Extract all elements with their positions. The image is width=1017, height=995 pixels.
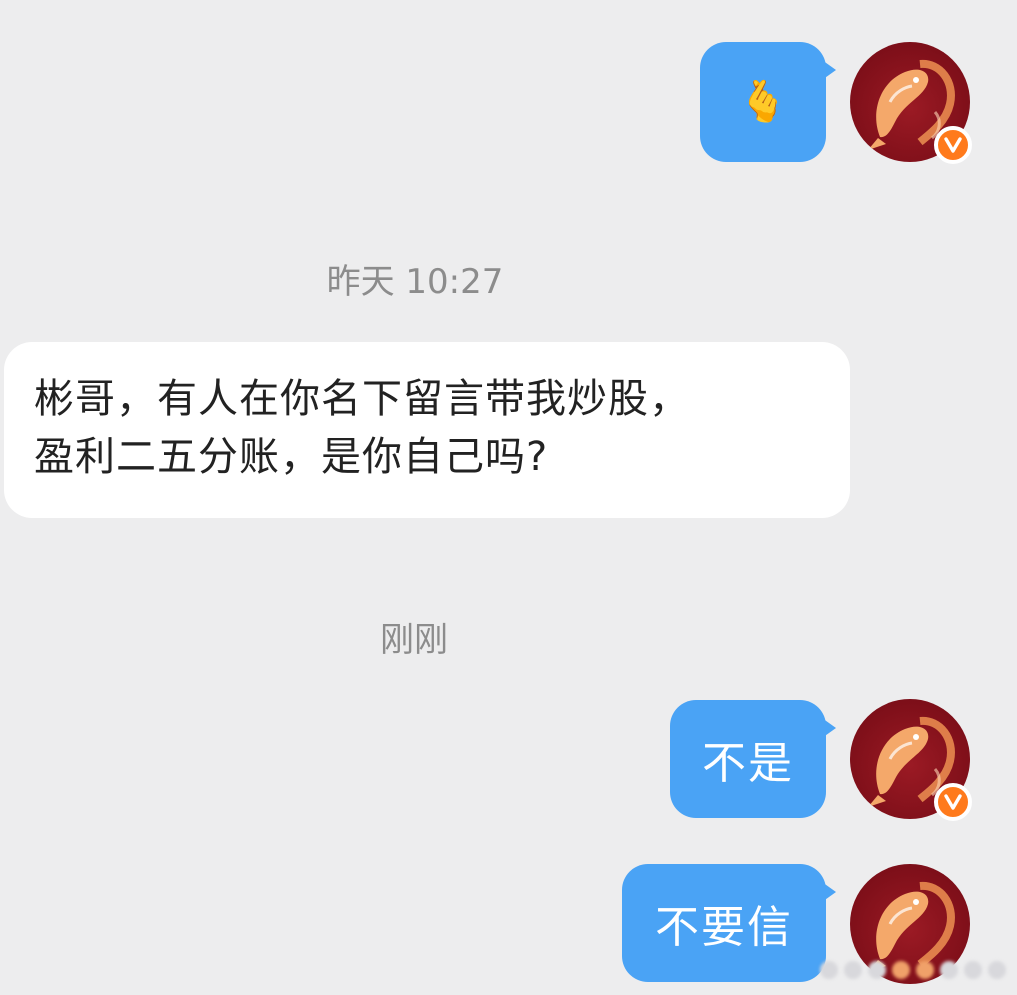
message-text: 不要信 [655,902,793,953]
message-bubble-incoming[interactable]: 彬哥，有人在你名下留言带我炒股， 盈利二五分账，是你自己吗? [4,342,850,518]
message-text: 不是 [702,738,794,789]
message-bubble-outgoing-emoji[interactable]: 🫰 [700,42,836,162]
timestamp: 刚刚 [380,620,448,660]
message-text: 彬哥，有人在你名下留言带我炒股， 盈利二五分账，是你自己吗? [34,376,690,480]
verified-v-icon [934,783,972,821]
avatar[interactable] [850,699,972,821]
finger-heart-emoji: 🫰 [738,79,788,125]
avatar[interactable] [850,42,972,164]
message-bubble-outgoing[interactable]: 不是 [670,700,836,818]
watermark [820,955,1010,985]
timestamp: 昨天 10:27 [326,262,504,302]
message-bubble-outgoing[interactable]: 不要信 [622,864,836,982]
verified-v-icon [934,126,972,164]
